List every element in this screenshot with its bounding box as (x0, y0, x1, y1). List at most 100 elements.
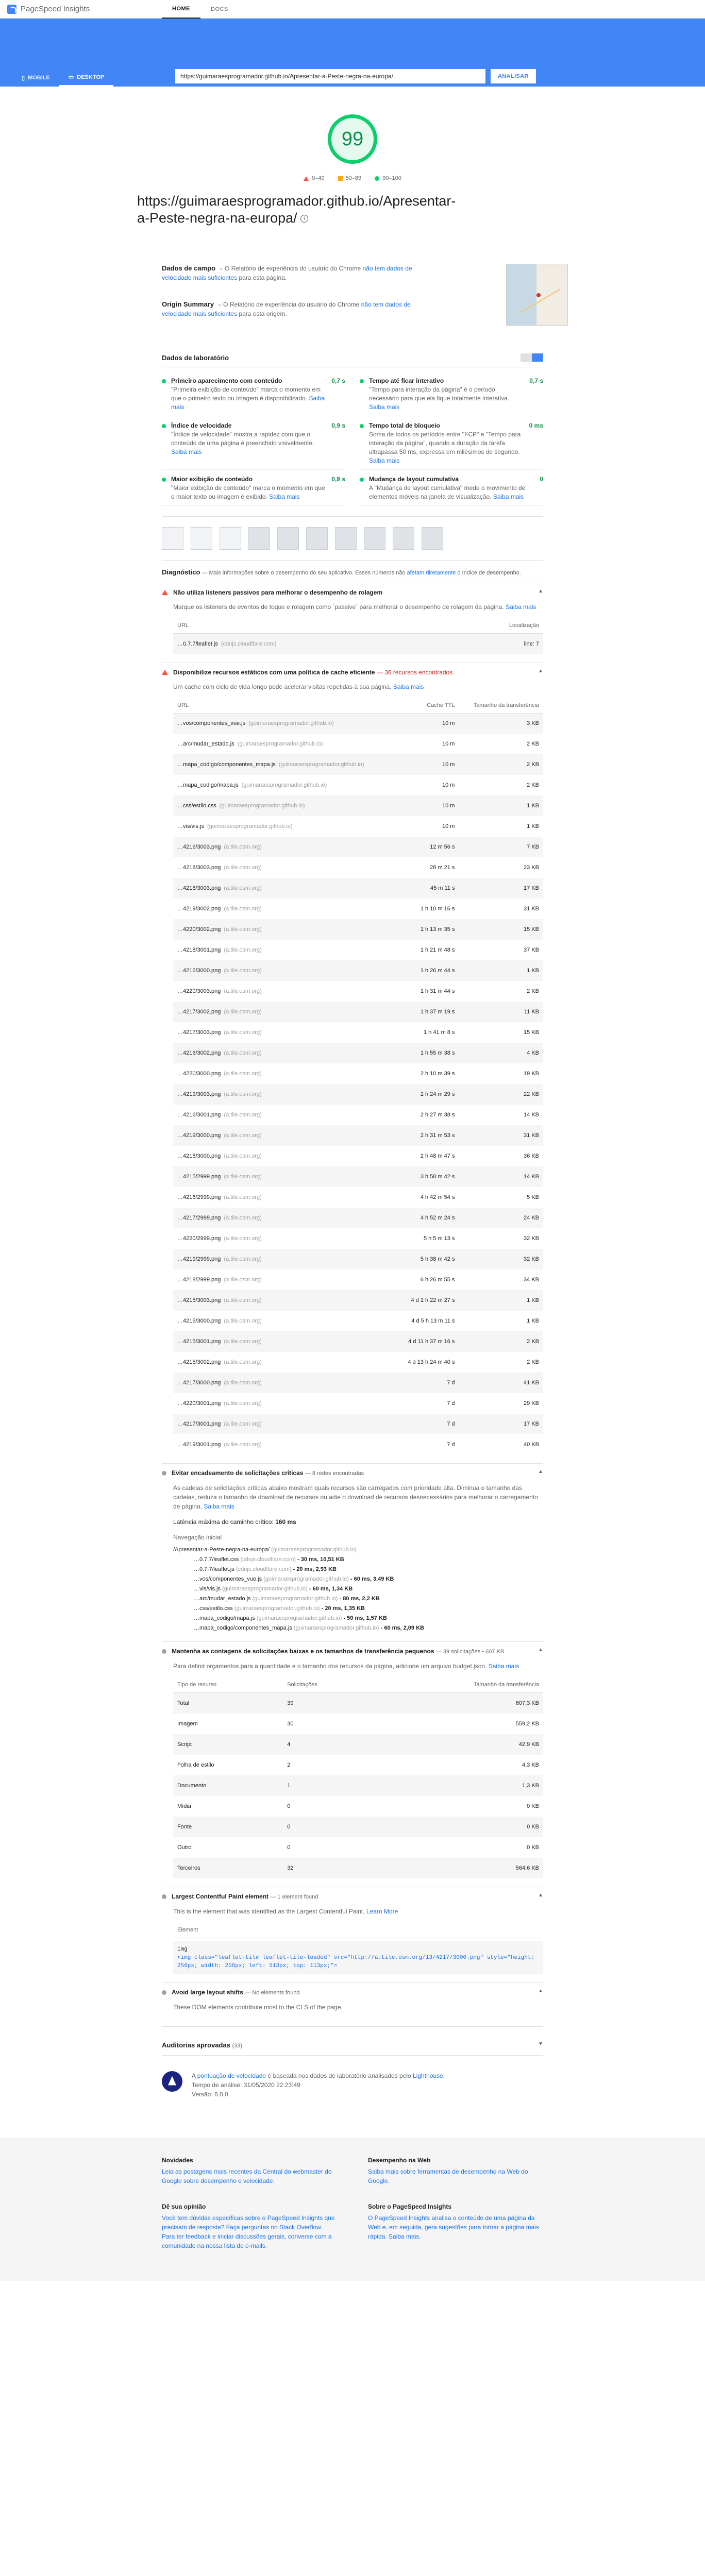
chevron-up-icon[interactable]: ▲ (538, 1988, 543, 1994)
learn-more-link[interactable]: Saiba mais (204, 1503, 234, 1510)
chevron-up-icon[interactable]: ▲ (538, 668, 543, 674)
footer-heading: Dê sua opinião (162, 2202, 206, 2210)
metric-body: Maior exibição de conteúdo "Maior exibiçã… (171, 475, 327, 501)
nav-home[interactable]: HOME (162, 0, 200, 19)
cache-ttl: 1 h 26 m 44 s (396, 960, 459, 981)
chain-item: …mapa_codigo/componentes_mapa.js (guimar… (194, 1625, 424, 1631)
table-row: …css/estilo.css (guimaraesprogramador.git… (173, 795, 543, 816)
resource-host: (a.tile.osm.org) (224, 1071, 262, 1077)
learn-more-link[interactable]: Saiba mais (506, 603, 536, 611)
audit-title: Não utiliza listeners passivos para melh… (173, 589, 383, 596)
learn-more-link[interactable]: Saiba mais (369, 403, 399, 411)
learn-more-link[interactable]: Learn More (366, 1908, 398, 1915)
nav-docs[interactable]: DOCS (200, 0, 239, 19)
audit-header[interactable]: Mantenha as contagens de solicitações ba… (162, 1642, 543, 1662)
audit-resource-summary: Mantenha as contagens de solicitações ba… (162, 1642, 543, 1887)
list-view-icon[interactable] (521, 353, 532, 362)
app-title: PageSpeed Insights (21, 5, 90, 13)
chevron-up-icon[interactable]: ▲ (538, 588, 543, 594)
passed-audits-header[interactable]: Auditorias aprovadas (33) ▼ (162, 2027, 543, 2056)
resource-host: (a.tile.osm.org) (224, 968, 262, 974)
passive-listeners-table: URL Localização …0.7.7/leaflet.js (cdnjs.c… (173, 618, 543, 654)
report: 99 0–49 50–89 90–100 https://guimaraespr… (137, 87, 568, 2117)
cache-ttl: 1 h 13 m 35 s (396, 919, 459, 940)
app-logo[interactable]: PageSpeed Insights (7, 4, 162, 14)
chevron-up-icon[interactable]: ▲ (538, 1647, 543, 1653)
audit-title: Mantenha as contagens de solicitações ba… (172, 1648, 505, 1655)
chain-host: (guimaraesprogramador.github.io) (256, 1615, 342, 1621)
transfer-size: 14 KB (524, 1112, 539, 1118)
metric-title: Tempo total de bloqueio (369, 422, 440, 429)
chain-item: …arc/mudar_estado.js (guimaraesprogramad… (194, 1596, 380, 1602)
cache-ttl: 1 h 31 m 44 s (420, 988, 455, 994)
footer-block: Dê sua opinião Você tem dúvidas específic… (162, 2203, 337, 2250)
tab-desktop-label: DESKTOP (77, 74, 105, 80)
table-row: …4218/3001.png (a.tile.osm.org) 1 h 21 m 4… (173, 940, 543, 960)
diagnostics-title: Diagnóstico (162, 568, 200, 576)
cache-ttl: 4 d 5 h 13 m 11 s (411, 1318, 455, 1324)
metrics-view-toggle[interactable] (521, 353, 543, 362)
audit-header[interactable]: Largest Contentful Paint element — 1 ele… (162, 1887, 543, 1907)
square-icon (338, 176, 343, 181)
table-row: …4220/3002.png (a.tile.osm.org) 1 h 13 m 3… (173, 919, 543, 940)
diagnostics-link[interactable]: afetam diretamente (407, 570, 456, 576)
footer-text[interactable]: Saiba mais sobre ferramentas de desempen… (368, 2167, 543, 2185)
metric-body: Primeiro aparecimento com conteúdo "Prime… (171, 377, 327, 412)
resource-summary-table: Tipo de recurso Solicitações Tamanho da tr… (173, 1677, 543, 1878)
table-row: …4216/3003.png (a.tile.osm.org) 12 m 56 s7… (173, 837, 543, 857)
transfer-size: 34 KB (524, 1277, 539, 1283)
audit-title: Avoid large layout shifts — No elements … (172, 1988, 300, 1996)
metric-description: "Índice de velocidade" mostra a rapidez … (171, 431, 314, 455)
lab-metric: Índice de velocidade "Índice de velocidad… (162, 416, 345, 470)
legend-average: 50–89 (338, 175, 361, 181)
url-input[interactable] (175, 69, 485, 83)
learn-more-link[interactable]: Saiba mais (269, 493, 299, 500)
transfer-size: 17 KB (459, 878, 543, 899)
audit-header[interactable]: Evitar encadeamento de solicitações crít… (162, 1464, 543, 1483)
audit-passive-listeners: Não utiliza listeners passivos para melh… (162, 583, 543, 663)
grid-view-icon[interactable] (532, 353, 543, 362)
circle-icon (375, 176, 380, 181)
metric-value: 0,9 s (331, 476, 345, 483)
pass-circle-icon (360, 478, 364, 482)
runtime-info: A pontuação de velocidade é baseada nos … (162, 2056, 543, 2117)
learn-more-link[interactable]: Saiba mais (493, 493, 524, 500)
table-row: …4220/2999.png (a.tile.osm.org) 5 h 5 m 13… (173, 1228, 543, 1249)
cache-ttl: 2 h 27 m 38 s (420, 1112, 455, 1118)
metric-title: Mudança de layout cumulativa (369, 476, 459, 483)
analyze-button[interactable]: ANALISAR (490, 69, 536, 83)
audit-header[interactable]: Disponibilize recursos estáticos com uma… (162, 663, 543, 682)
cache-ttl: 1 h 10 m 16 s (420, 906, 455, 912)
tab-desktop[interactable]: ▭ DESKTOP (59, 69, 114, 87)
chain-host: (guimaraesprogramador.github.io) (293, 1625, 379, 1631)
filmstrip-frame (306, 527, 328, 550)
learn-more-link[interactable]: Saiba mais (489, 1663, 519, 1670)
resource-host: (guimaraesprogramador.github.io) (248, 720, 334, 727)
cache-ttl: 5 h 5 m 13 s (423, 1235, 455, 1242)
chain-host: (guimaraesprogramador.github.io) (263, 1576, 349, 1582)
table-row: …4216/3002.png (a.tile.osm.org) 1 h 55 m 3… (173, 1043, 543, 1063)
tab-mobile[interactable]: ▯ MOBILE (12, 69, 59, 87)
chevron-up-icon[interactable]: ▲ (538, 1469, 543, 1475)
transfer-size: 1 KB (459, 960, 543, 981)
resource-host: (a.tile.osm.org) (224, 1318, 262, 1324)
learn-more-link[interactable]: Saiba mais (393, 683, 424, 690)
footer-text[interactable]: Leia as postagens mais recentes da Centr… (162, 2167, 337, 2185)
chevron-down-icon[interactable]: ▼ (538, 2041, 543, 2049)
info-icon[interactable]: i (300, 215, 308, 223)
table-row: …4219/3001.png (a.tile.osm.org) 7 d 40 KB (173, 1434, 543, 1455)
footer-text[interactable]: O PageSpeed Insights analisa o conteúdo … (368, 2213, 543, 2241)
audit-title: Disponibilize recursos estáticos com uma… (173, 668, 453, 676)
audit-header[interactable]: Avoid large layout shifts — No elements … (162, 1983, 543, 2003)
resource-host: (a.tile.osm.org) (224, 1091, 262, 1097)
learn-more-link[interactable]: Saiba mais (171, 448, 202, 455)
chevron-up-icon[interactable]: ▲ (538, 1892, 543, 1898)
lighthouse-link[interactable]: Lighthouse. (413, 2072, 445, 2079)
resource-host: (a.tile.osm.org) (224, 906, 262, 912)
audit-header[interactable]: Não utiliza listeners passivos para melh… (162, 583, 543, 602)
score-link[interactable]: pontuação de velocidade (197, 2072, 266, 2079)
learn-more-link[interactable]: Saiba mais (369, 457, 399, 464)
footer-text[interactable]: Você tem dúvidas específicas sobre o Pag… (162, 2213, 337, 2250)
lab-metrics: Primeiro aparecimento com conteúdo "Prime… (162, 367, 543, 517)
resource-host: (a.tile.osm.org) (224, 1380, 262, 1386)
